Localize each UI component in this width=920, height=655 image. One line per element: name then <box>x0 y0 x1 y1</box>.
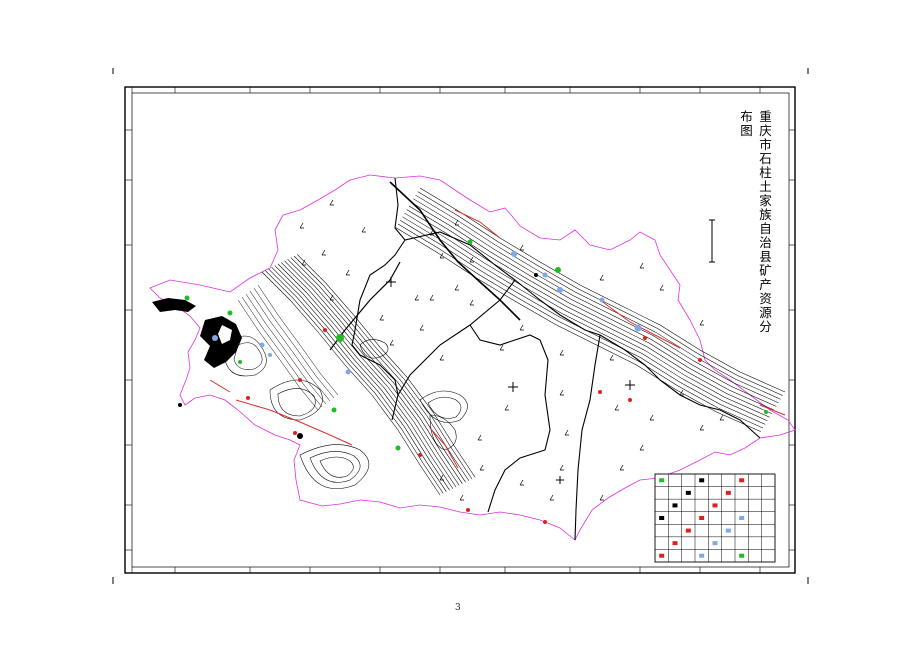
legend-swatch <box>739 516 745 520</box>
mine-marker-icon <box>542 272 548 278</box>
mine-marker-icon <box>238 360 242 364</box>
mine-marker-icon <box>555 267 561 273</box>
mine-marker-icon <box>557 287 563 293</box>
mine-marker-icon <box>467 239 473 245</box>
mine-marker-icon <box>227 310 233 316</box>
mine-marker-icon <box>212 335 218 341</box>
map-legend <box>654 473 776 563</box>
legend-swatch <box>685 490 691 495</box>
mine-marker-icon <box>323 328 327 332</box>
legend-swatch <box>659 516 665 520</box>
page-number: 3 <box>455 603 461 613</box>
legend-swatch <box>672 541 678 546</box>
mine-marker-icon <box>698 358 702 362</box>
map-page: 重庆市石柱土家族自治县矿产资源分布图 3 <box>0 0 920 651</box>
mine-marker-icon <box>268 353 272 357</box>
mine-marker-icon <box>466 508 470 512</box>
mine-marker-icon <box>336 334 344 342</box>
mine-marker-icon <box>395 445 401 451</box>
legend-swatch <box>712 503 718 508</box>
mine-marker-icon <box>628 398 632 402</box>
mine-marker-icon <box>297 433 303 439</box>
contour-belt-west <box>237 284 339 411</box>
mine-marker-icon <box>345 369 351 375</box>
mineral-resource-map <box>112 68 809 584</box>
contour-belt-southwest <box>261 254 476 496</box>
legend-swatch <box>699 553 705 558</box>
legend-swatch <box>672 503 678 508</box>
mine-marker-icon <box>598 390 602 394</box>
mine-marker-icon <box>534 273 538 277</box>
legend-swatch <box>659 553 665 558</box>
map-title: 重庆市石柱土家族自治县矿产资源分布图 <box>738 110 772 334</box>
mine-marker-icon <box>331 407 337 413</box>
legend-swatch <box>725 490 731 495</box>
legend-swatch <box>725 528 731 533</box>
mine-marker-icon <box>643 336 647 340</box>
mine-marker-icon <box>764 410 768 414</box>
legend-swatch <box>739 553 745 558</box>
mine-marker-icon <box>511 251 517 257</box>
mine-marker-icon <box>178 403 182 407</box>
mine-marker-icon <box>184 295 190 301</box>
terrain-contours <box>224 335 468 489</box>
legend-swatch <box>739 478 745 483</box>
mine-marker-icon <box>543 520 547 524</box>
mine-marker-icon <box>418 453 422 457</box>
legend-swatch <box>699 516 705 520</box>
mine-marker-icon <box>259 342 265 348</box>
legend-swatch <box>712 541 718 546</box>
mine-marker-icon <box>599 297 605 303</box>
legend-swatch <box>685 528 691 533</box>
dark-massif <box>152 298 242 368</box>
fault-lines <box>209 209 786 469</box>
mine-marker-icon <box>634 324 642 332</box>
mine-marker-icon <box>293 431 297 435</box>
legend-swatch <box>699 478 705 483</box>
mine-marker-icon <box>246 396 250 400</box>
legend-swatch <box>659 478 665 483</box>
mine-marker-icon <box>298 378 302 382</box>
scale-bar-icon <box>709 219 715 263</box>
